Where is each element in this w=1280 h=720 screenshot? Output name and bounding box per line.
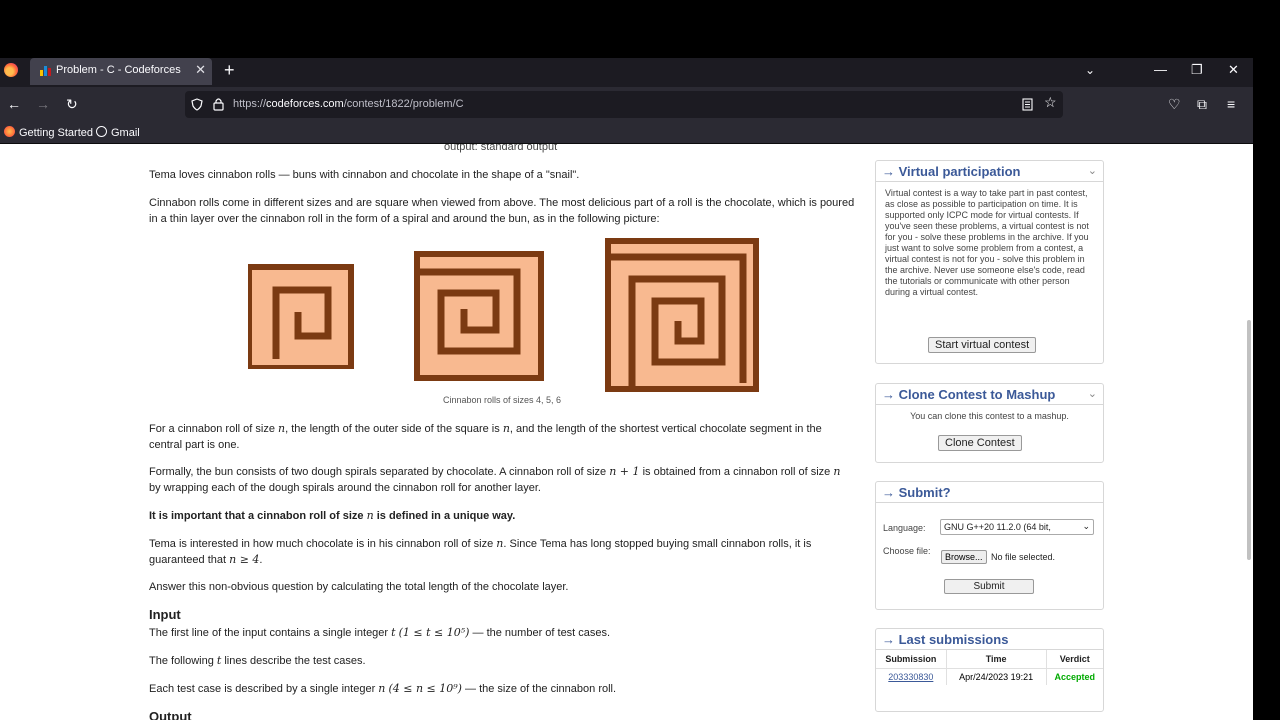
back-icon[interactable]: ← xyxy=(7,96,21,112)
virtual-participation-title: → Virtual participation ⌄ xyxy=(876,161,1103,182)
choose-file-label: Choose file: xyxy=(883,546,931,556)
address-bar[interactable]: https://codeforces.com/contest/1822/prob… xyxy=(185,91,1063,118)
page-content: output: standard output Tema loves cinna… xyxy=(0,144,1253,720)
codeforces-favicon-icon xyxy=(40,66,51,76)
submission-verdict: Accepted xyxy=(1054,672,1096,682)
close-window-icon[interactable]: ✕ xyxy=(1228,62,1239,78)
submissions-table: Submission Time Verdict 203330830 Apr/24… xyxy=(876,650,1103,685)
paragraph-important: It is important that a cinnabon roll of … xyxy=(149,509,516,522)
paragraph-task: Tema is interested in how much chocolate… xyxy=(149,537,812,566)
restore-icon[interactable]: ❐ xyxy=(1191,62,1203,78)
last-submissions-box: → Last submissions Submission Time Verdi… xyxy=(875,628,1104,712)
output-heading: Output xyxy=(149,709,192,720)
bookmark-star-icon[interactable]: ☆ xyxy=(1044,94,1057,111)
table-row: 203330830 Apr/24/2023 19:21 Accepted xyxy=(876,668,1103,685)
output-spec-line: output: standard output xyxy=(444,144,558,153)
no-file-status: No file selected. xyxy=(991,552,1056,562)
tab-bar: Problem - C - Codeforces ✕ + ⌄ — ❐ ✕ xyxy=(0,58,1253,87)
new-tab-icon[interactable]: + xyxy=(224,60,235,81)
bookmark-getting-started[interactable]: Getting Started xyxy=(4,126,93,139)
tab-active[interactable]: Problem - C - Codeforces ✕ xyxy=(30,58,212,85)
submit-button[interactable]: Submit xyxy=(944,579,1034,594)
column-header-submission: Submission xyxy=(876,650,947,669)
bookmarks-bar: Getting Started Gmail xyxy=(0,122,1253,144)
firefox-logo-icon[interactable] xyxy=(4,63,18,77)
reader-view-icon[interactable] xyxy=(1022,98,1033,111)
url-text: https://codeforces.com/contest/1822/prob… xyxy=(233,98,464,110)
collapse-chevron-icon[interactable]: ⌄ xyxy=(1088,164,1097,177)
tab-title: Problem - C - Codeforces xyxy=(56,64,181,76)
input-line-3: Each test case is described by a single … xyxy=(149,682,617,695)
language-label: Language: xyxy=(883,523,926,533)
table-header-row: Submission Time Verdict xyxy=(876,650,1103,669)
lock-icon[interactable] xyxy=(213,97,224,111)
clone-contest-box: → Clone Contest to Mashup ⌄ You can clone… xyxy=(875,383,1104,463)
browse-button[interactable]: Browse... xyxy=(941,550,987,564)
input-line-2: The following t lines describe the test … xyxy=(149,654,366,667)
image-caption: Cinnabon rolls of sizes 4, 5, 6 xyxy=(442,395,562,405)
column-header-time: Time xyxy=(946,650,1047,669)
pocket-icon[interactable]: ♡ xyxy=(1168,96,1181,113)
input-heading: Input xyxy=(149,607,181,622)
chevron-down-icon: ⌄ xyxy=(1082,521,1090,531)
paragraph-size-definition: For a cinnabon roll of size n, the lengt… xyxy=(149,422,822,451)
forward-icon[interactable]: → xyxy=(36,96,50,112)
list-tabs-chevron-icon[interactable]: ⌄ xyxy=(1085,63,1095,77)
clone-contest-text: You can clone this contest to a mashup. xyxy=(910,411,1069,421)
extensions-icon[interactable]: ⧉ xyxy=(1197,96,1207,113)
menu-icon[interactable]: ≡ xyxy=(1227,96,1235,112)
minimize-icon[interactable]: — xyxy=(1154,62,1167,77)
firefox-icon xyxy=(4,126,15,137)
browser-window: Problem - C - Codeforces ✕ + ⌄ — ❐ ✕ ← →… xyxy=(0,58,1253,720)
start-virtual-contest-button[interactable]: Start virtual contest xyxy=(928,337,1037,353)
submission-time: Apr/24/2023 19:21 xyxy=(946,668,1047,685)
submit-title: → Submit? xyxy=(876,482,1103,503)
virtual-participation-box: → Virtual participation ⌄ Virtual contest… xyxy=(875,160,1104,364)
last-submissions-title: → Last submissions xyxy=(876,629,1103,650)
globe-icon xyxy=(96,126,107,137)
paragraph-intro: Tema loves cinnabon rolls — buns with ci… xyxy=(149,169,580,181)
paragraph-description: Cinnabon rolls come in different sizes a… xyxy=(149,197,855,225)
column-header-verdict: Verdict xyxy=(1046,650,1103,669)
submission-id-link[interactable]: 203330830 xyxy=(876,668,947,685)
virtual-participation-text: Virtual contest is a way to take part in… xyxy=(885,188,1089,297)
language-select[interactable]: GNU G++20 11.2.0 (64 bit, ⌄ xyxy=(940,519,1094,535)
tab-close-icon[interactable]: ✕ xyxy=(195,62,206,78)
collapse-chevron-icon[interactable]: ⌄ xyxy=(1088,387,1097,400)
input-line-1: The first line of the input contains a s… xyxy=(149,626,611,639)
cinnabon-size-4-image xyxy=(248,264,354,369)
shield-icon[interactable] xyxy=(191,98,203,111)
navigation-bar: ← → ↻ https://codeforces.com/contest/182… xyxy=(0,87,1253,122)
reload-icon[interactable]: ↻ xyxy=(66,96,78,113)
paragraph-formal: Formally, the bun consists of two dough … xyxy=(149,465,841,494)
cinnabon-size-5-image xyxy=(414,251,544,381)
submit-box: → Submit? Language: GNU G++20 11.2.0 (64… xyxy=(875,481,1104,610)
cinnabon-size-6-image xyxy=(605,238,759,392)
bookmark-gmail[interactable]: Gmail xyxy=(96,126,140,139)
clone-contest-button[interactable]: Clone Contest xyxy=(938,435,1022,451)
clone-contest-title: → Clone Contest to Mashup ⌄ xyxy=(876,384,1103,405)
paragraph-answer: Answer this non-obvious question by calc… xyxy=(149,581,569,593)
vertical-scrollbar[interactable] xyxy=(1247,320,1251,560)
